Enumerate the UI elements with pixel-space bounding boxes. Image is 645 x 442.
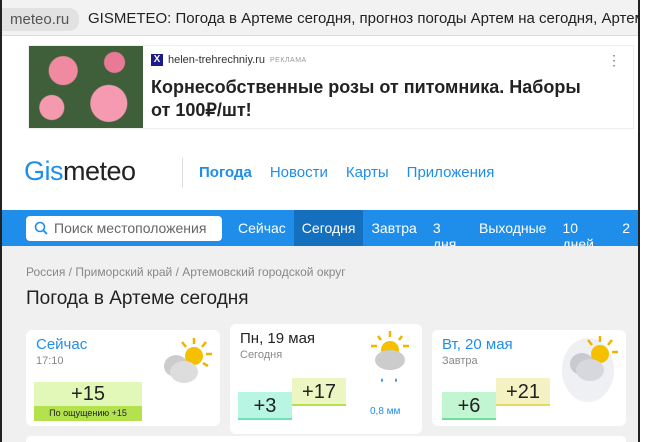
- ad-text[interactable]: Корнесобственные розы от питомника. Набо…: [151, 76, 591, 122]
- card-subtitle: Завтра: [442, 355, 478, 367]
- ad-label: РЕКЛАМА: [270, 56, 307, 64]
- breadcrumb[interactable]: Россия / Приморский край / Артемовский г…: [26, 265, 346, 279]
- nav-news[interactable]: Новости: [270, 164, 328, 181]
- partly-cloudy-icon: [164, 338, 212, 383]
- url-bar[interactable]: meteo.ru: [2, 8, 80, 31]
- tab-weekend[interactable]: Выходные: [471, 210, 554, 246]
- page-title-tab[interactable]: GISMETEO: Погода в Артеме сегодня, прогн…: [88, 10, 638, 27]
- max-temp: +17: [292, 378, 346, 406]
- site-header: Gismeteo Погода Новости Карты Приложения: [2, 140, 638, 210]
- tab-3-days[interactable]: 3 дня: [425, 210, 471, 252]
- tab-10-days[interactable]: 10 дней: [554, 210, 614, 252]
- tab-now[interactable]: Сейчас: [230, 210, 294, 246]
- nav-maps[interactable]: Карты: [346, 164, 389, 181]
- search-input[interactable]: Поиск местоположения: [26, 216, 222, 241]
- x-logo-icon: X: [151, 54, 163, 66]
- card-now[interactable]: Сейчас 17:10 +15 По ощущению +15: [26, 330, 220, 426]
- ad-banner[interactable]: Xhelen-trehrechniy.ru РЕКЛАМА Корнесобств…: [28, 45, 634, 129]
- ad-image: [29, 46, 143, 128]
- search-placeholder: Поиск местоположения: [54, 220, 207, 236]
- card-today[interactable]: Пн, 19 мая Сегодня +17 +3 0,8 мм: [230, 324, 422, 434]
- min-temp: +3: [238, 392, 292, 420]
- precipitation: 0,8 мм: [370, 406, 401, 417]
- ad-source[interactable]: helen-trehrechniy.ru: [168, 54, 265, 66]
- tab-today[interactable]: Сегодня: [293, 210, 364, 246]
- nav-weather[interactable]: Погода: [199, 164, 252, 181]
- next-card: [26, 436, 626, 442]
- feels-like: По ощущению +15: [34, 406, 142, 421]
- card-time: 17:10: [36, 355, 64, 367]
- more-options-icon[interactable]: ⋮: [607, 52, 621, 69]
- card-title: Сейчас: [36, 336, 88, 353]
- current-temp: +15: [34, 382, 142, 406]
- max-temp: +21: [496, 378, 550, 406]
- gismeteo-logo[interactable]: Gismeteo: [24, 156, 136, 187]
- forecast-nav-bar: Поиск местоположения Сейчас Сегодня Завт…: [2, 210, 638, 252]
- tab-2-weeks[interactable]: 2: [614, 210, 638, 246]
- browser-tab-bar: meteo.ru GISMETEO: Погода в Артеме сегод…: [2, 0, 638, 36]
- card-tomorrow[interactable]: Вт, 20 мая Завтра +21 +6: [432, 330, 626, 426]
- tab-tomorrow[interactable]: Завтра: [363, 210, 424, 246]
- browser-window: meteo.ru GISMETEO: Погода в Артеме сегод…: [0, 0, 640, 442]
- nav-apps[interactable]: Приложения: [407, 164, 495, 181]
- cloudy-fog-icon: [562, 336, 618, 402]
- sun-rain-icon: [371, 331, 409, 382]
- main-content: Россия / Приморский край / Артемовский г…: [2, 246, 638, 442]
- main-nav: Погода Новости Карты Приложения: [199, 164, 494, 181]
- min-temp: +6: [442, 392, 496, 420]
- divider: [182, 158, 183, 188]
- page-heading: Погода в Артеме сегодня: [26, 288, 249, 309]
- card-title: Вт, 20 мая: [442, 336, 513, 353]
- search-icon: [34, 221, 48, 235]
- card-title: Пн, 19 мая: [240, 330, 316, 347]
- card-subtitle: Сегодня: [240, 349, 283, 361]
